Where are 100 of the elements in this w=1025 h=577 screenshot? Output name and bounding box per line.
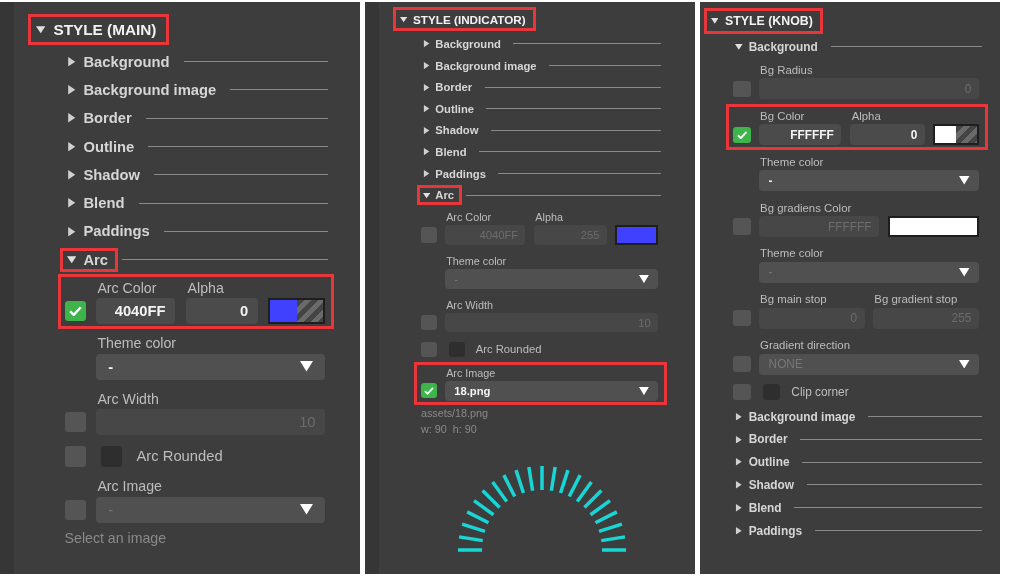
hint-text: assets/18.png bbox=[420, 406, 490, 421]
color-hex-field[interactable]: FFFFFF bbox=[759, 124, 842, 146]
section-toggle[interactable]: Background bbox=[60, 49, 180, 74]
caret-icon bbox=[66, 56, 77, 67]
field-label: Bg Radius bbox=[759, 63, 813, 76]
field-label: Arc Color bbox=[96, 279, 158, 296]
checkbox[interactable] bbox=[733, 356, 751, 373]
toggle-label: Clip corner bbox=[791, 385, 849, 400]
hint-text: w: 90 h: 90 bbox=[420, 421, 478, 436]
caret-icon bbox=[422, 83, 430, 91]
caret-icon bbox=[422, 126, 430, 134]
caret-icon bbox=[735, 412, 743, 421]
field-label: Theme color bbox=[96, 335, 177, 352]
field-label: Arc Width bbox=[96, 390, 159, 407]
section-toggle[interactable]: Outline bbox=[417, 98, 483, 119]
caret-icon bbox=[422, 148, 430, 156]
section-toggle[interactable]: Shadow bbox=[729, 474, 803, 496]
dropdown[interactable]: 18.png bbox=[445, 380, 658, 401]
section-toggle[interactable]: Border bbox=[417, 77, 481, 98]
section-toggle[interactable]: Blend bbox=[729, 496, 791, 519]
toggle-label: Arc Rounded bbox=[475, 343, 542, 356]
caret-icon bbox=[66, 255, 77, 265]
color-swatch[interactable] bbox=[614, 225, 658, 245]
caret-icon bbox=[959, 268, 970, 277]
section-toggle[interactable]: Paddings bbox=[729, 519, 811, 542]
color-swatch[interactable] bbox=[268, 298, 325, 325]
caret-icon bbox=[735, 435, 743, 444]
checkbox[interactable] bbox=[64, 446, 86, 467]
checkbox[interactable] bbox=[733, 384, 751, 401]
caret-icon bbox=[959, 359, 970, 369]
field-label: Theme color bbox=[445, 254, 507, 267]
alpha-field[interactable]: 0 bbox=[849, 124, 925, 146]
field-label: Alpha bbox=[186, 279, 225, 296]
panel-header[interactable]: STYLE (MAIN) bbox=[28, 14, 169, 46]
checkbox[interactable] bbox=[64, 412, 86, 433]
field-label: Arc Color bbox=[445, 211, 493, 223]
checkbox[interactable] bbox=[64, 499, 86, 520]
caret-icon bbox=[422, 169, 430, 178]
checkbox[interactable] bbox=[420, 227, 438, 243]
section-toggle[interactable]: Arc bbox=[417, 185, 463, 205]
caret-icon bbox=[710, 17, 719, 25]
field-label: Bg main stop bbox=[759, 293, 828, 306]
caret-icon bbox=[399, 15, 407, 23]
color-swatch[interactable] bbox=[933, 124, 979, 146]
check-icon bbox=[68, 305, 82, 317]
caret-icon bbox=[35, 24, 46, 35]
section-toggle[interactable]: Paddings bbox=[417, 163, 495, 184]
color-hex-field[interactable]: 4040FF bbox=[96, 298, 175, 325]
caret-icon bbox=[639, 386, 649, 395]
caret-icon bbox=[422, 191, 430, 199]
caret-icon bbox=[422, 40, 430, 48]
alpha-field[interactable]: 0 bbox=[185, 298, 258, 325]
checkbox[interactable] bbox=[733, 310, 751, 327]
caret-icon bbox=[735, 481, 743, 489]
checkbox[interactable] bbox=[64, 301, 86, 322]
color-swatch[interactable] bbox=[887, 216, 979, 237]
field-label: Alpha bbox=[534, 211, 564, 223]
section-toggle[interactable]: Blend bbox=[417, 142, 475, 162]
section-toggle[interactable]: Outline bbox=[60, 134, 145, 159]
check-icon bbox=[424, 386, 434, 395]
section-toggle[interactable]: Background bbox=[417, 34, 510, 54]
caret-icon bbox=[300, 504, 314, 515]
caret-icon bbox=[66, 170, 77, 180]
caret-icon bbox=[66, 226, 77, 237]
caret-icon bbox=[66, 141, 77, 152]
section-toggle[interactable]: Shadow bbox=[60, 162, 151, 187]
dropdown[interactable]: - bbox=[96, 353, 325, 380]
dropdown[interactable]: - bbox=[759, 170, 979, 192]
panel-header[interactable]: STYLE (KNOB) bbox=[704, 8, 824, 34]
checkbox[interactable] bbox=[420, 383, 438, 399]
field-label: Bg Color bbox=[759, 109, 806, 122]
caret-icon bbox=[422, 105, 430, 113]
caret-icon bbox=[735, 458, 743, 466]
field-label: Bg gradient stop bbox=[873, 293, 959, 306]
section-toggle[interactable]: Background image bbox=[60, 77, 227, 103]
panel-header[interactable]: STYLE (INDICATOR) bbox=[393, 7, 536, 32]
checkbox[interactable] bbox=[733, 80, 751, 97]
section-toggle[interactable]: Background image bbox=[417, 55, 545, 76]
section-toggle[interactable]: Border bbox=[729, 428, 797, 451]
section-toggle[interactable]: Arc bbox=[60, 247, 119, 272]
toggle-label: Arc Rounded bbox=[136, 448, 223, 465]
section-toggle[interactable]: Outline bbox=[729, 451, 799, 474]
field-label: Theme color bbox=[759, 247, 824, 260]
checkbox[interactable] bbox=[733, 218, 751, 235]
section-toggle[interactable]: Paddings bbox=[60, 219, 160, 244]
checkbox[interactable] bbox=[420, 341, 438, 358]
section-toggle[interactable]: Background bbox=[729, 36, 827, 58]
section-toggle[interactable]: Background image bbox=[729, 405, 865, 428]
field-label: Theme color bbox=[759, 155, 824, 168]
section-toggle[interactable]: Blend bbox=[60, 190, 135, 216]
hint-text: Select an image bbox=[64, 529, 168, 548]
caret-icon bbox=[422, 61, 430, 70]
section-toggle[interactable]: Shadow bbox=[417, 120, 487, 141]
checkbox[interactable] bbox=[733, 126, 751, 143]
checkbox[interactable] bbox=[420, 314, 438, 331]
field-label: Arc Image bbox=[445, 366, 496, 379]
caret-icon bbox=[735, 526, 743, 535]
caret-icon bbox=[66, 198, 77, 208]
field-label: Gradient direction bbox=[759, 339, 850, 352]
section-toggle[interactable]: Border bbox=[60, 106, 142, 131]
